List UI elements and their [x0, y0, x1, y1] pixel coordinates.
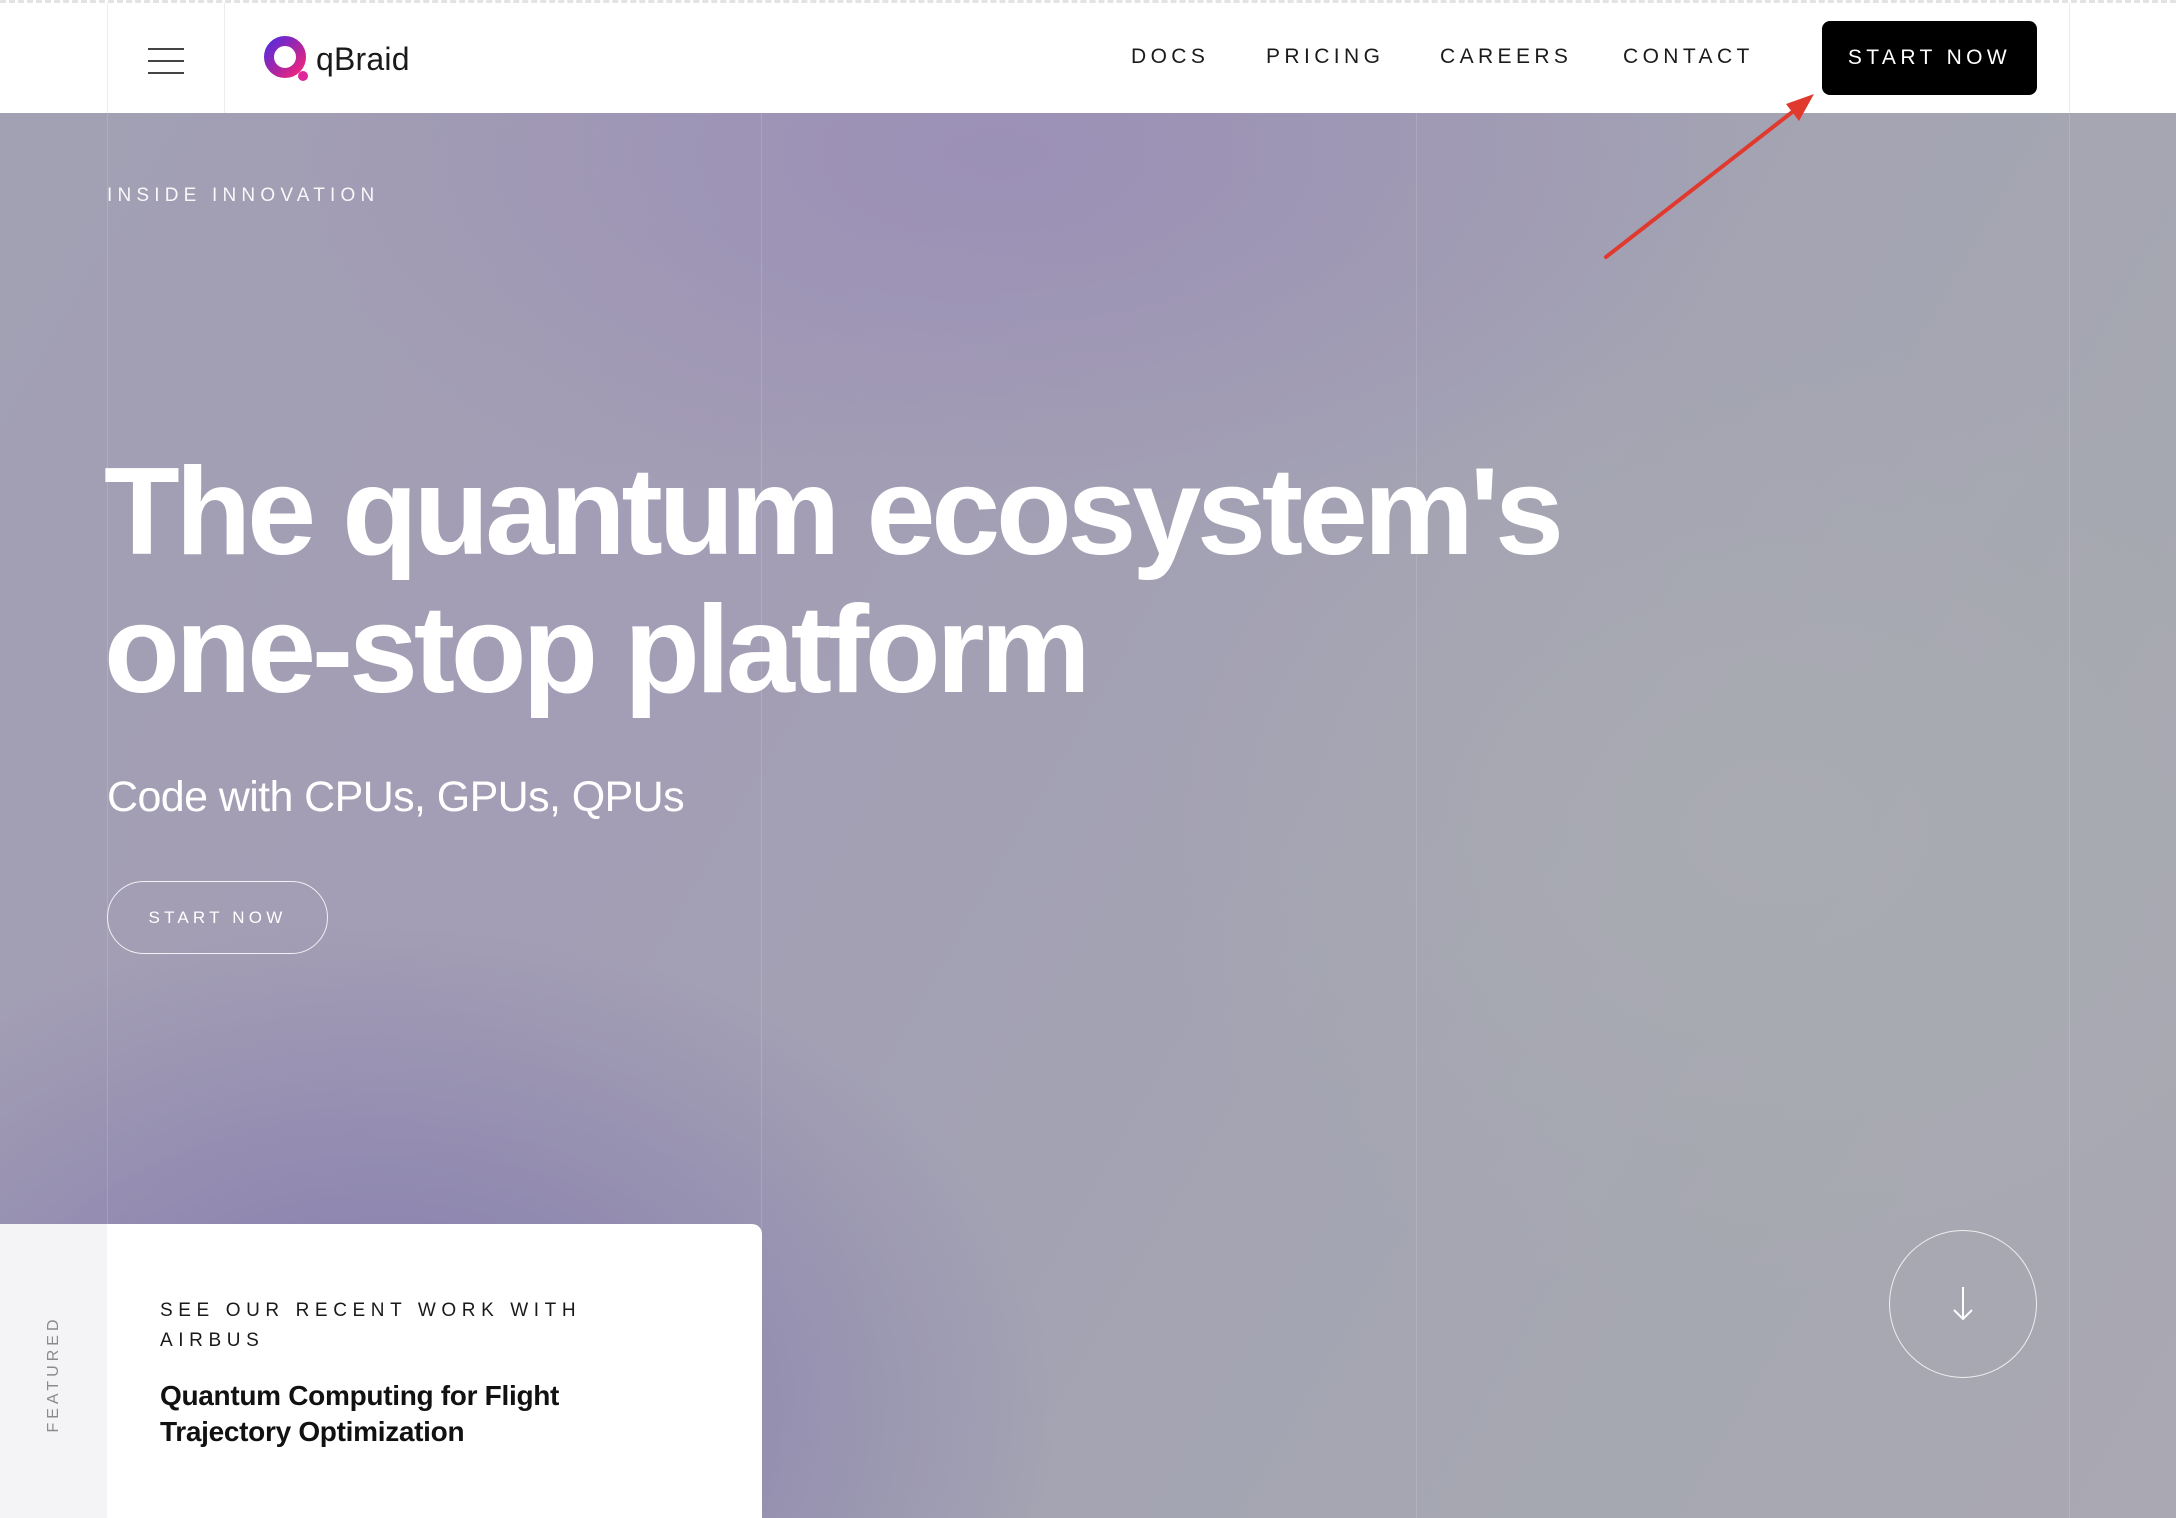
hamburger-menu-icon[interactable]: [148, 48, 184, 74]
hero-headline-line: one-stop platform: [104, 581, 1091, 719]
featured-side-label: FEATURED: [45, 1315, 62, 1433]
header-divider: [107, 3, 108, 116]
header-divider: [2069, 3, 2070, 116]
hero-start-now-button[interactable]: START NOW: [107, 881, 328, 954]
featured-eyebrow: SEE OUR RECENT WORK WITH AIRBUS: [160, 1300, 582, 1351]
grid-line: [2069, 113, 2070, 1518]
qbraid-logo-icon: [262, 34, 312, 84]
hero-subheadline: Code with CPUs, GPUs, QPUs: [107, 773, 685, 821]
brand-name: qBraid: [316, 40, 410, 77]
scroll-down-button[interactable]: [1889, 1230, 2037, 1378]
grid-line: [1416, 113, 1417, 1518]
hero-headline: The quantum ecosystem's one-stop platfor…: [104, 443, 1604, 719]
nav-pricing-link[interactable]: PRICING: [1266, 45, 1384, 69]
hero-eyebrow: INSIDE INNOVATION: [107, 185, 380, 206]
brand-logo[interactable]: qBraid: [262, 33, 410, 85]
featured-title[interactable]: Quantum Computing for Flight Trajectory …: [160, 1378, 620, 1450]
nav-careers-link[interactable]: CAREERS: [1440, 45, 1572, 69]
hero-headline-line: The quantum ecosystem's: [104, 443, 1564, 581]
nav-docs-link[interactable]: DOCS: [1131, 45, 1209, 69]
site-header: qBraid DOCS PRICING CAREERS CONTACT STAR…: [0, 0, 2176, 116]
header-divider: [224, 3, 225, 116]
nav-contact-link[interactable]: CONTACT: [1623, 45, 1754, 69]
arrow-down-icon: [1953, 1287, 1973, 1321]
featured-card[interactable]: SEE OUR RECENT WORK WITH AIRBUS Quantum …: [107, 1224, 762, 1518]
start-now-button[interactable]: START NOW: [1822, 21, 2037, 95]
